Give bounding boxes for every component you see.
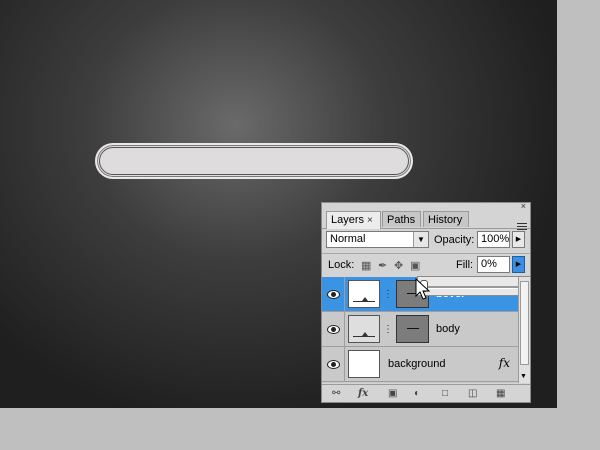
- panel-titlebar[interactable]: ×: [322, 201, 530, 211]
- link-layers-icon[interactable]: ⚯: [332, 388, 340, 399]
- dropdown-arrow-icon[interactable]: ▼: [413, 232, 428, 247]
- scrollbar-thumb[interactable]: [520, 281, 529, 365]
- opacity-value: 100%: [481, 233, 510, 245]
- new-group-icon[interactable]: □: [442, 388, 448, 399]
- layers-panel: × Layers × Paths History Normal ▼ Opacity…: [321, 201, 531, 403]
- fill-slider-popup[interactable]: [417, 276, 530, 296]
- spinner-arrow-icon[interactable]: ▶: [512, 256, 525, 273]
- divider: [322, 253, 530, 254]
- rounded-bar-inner-stroke: [99, 147, 409, 175]
- tab-paths[interactable]: Paths: [382, 211, 421, 227]
- blend-opacity-row: Normal ▼ Opacity: 100% ▶: [322, 230, 530, 252]
- fill-label: Fill:: [456, 259, 474, 271]
- rounded-bar-shape: [95, 143, 413, 179]
- trash-icon[interactable]: ▦: [496, 388, 505, 399]
- panel-footer: ⚯ fx ▣ ◐ □ ◫ ▦: [322, 384, 530, 402]
- fill-input[interactable]: 0%: [477, 256, 510, 273]
- cursor-arrow-icon: [415, 278, 431, 300]
- tab-layers[interactable]: Layers ×: [326, 211, 381, 229]
- eye-icon: [327, 325, 340, 334]
- eye-icon: [327, 290, 340, 299]
- add-mask-icon[interactable]: ▣: [388, 388, 397, 399]
- tab-history-label: History: [428, 214, 463, 226]
- visibility-toggle[interactable]: [322, 277, 345, 311]
- close-icon[interactable]: ×: [521, 201, 526, 211]
- fx-icon[interactable]: fx: [499, 356, 510, 370]
- lock-paint-icon[interactable]: ✒: [378, 259, 387, 272]
- lock-transparency-icon[interactable]: ▦: [361, 259, 371, 272]
- layer-row-body[interactable]: ⋮ body: [322, 312, 518, 347]
- opacity-label: Opacity:: [434, 234, 475, 246]
- lock-move-icon[interactable]: ✥: [394, 259, 403, 272]
- blend-mode-select[interactable]: Normal ▼: [326, 231, 429, 248]
- tab-history[interactable]: History: [423, 211, 469, 227]
- scroll-down-icon[interactable]: ▼: [520, 373, 527, 380]
- add-style-icon[interactable]: fx: [358, 388, 368, 399]
- chain-link-icon[interactable]: ⋮: [383, 324, 393, 335]
- layer-row-background[interactable]: background fx: [322, 347, 518, 382]
- adjustment-icon[interactable]: ◐: [414, 388, 420, 399]
- layer-thumbnail: [348, 280, 380, 308]
- fill-slider-track[interactable]: [422, 286, 525, 289]
- layer-mask-thumbnail[interactable]: [396, 315, 429, 343]
- layer-name: body: [436, 323, 460, 335]
- new-layer-icon[interactable]: ◫: [468, 388, 477, 399]
- lock-label: Lock:: [328, 259, 355, 271]
- visibility-toggle[interactable]: [322, 347, 345, 381]
- opacity-input[interactable]: 100%: [477, 231, 510, 248]
- tab-layers-label: Layers: [331, 214, 365, 226]
- layers-scrollbar[interactable]: ▼: [518, 277, 530, 383]
- fill-value: 0%: [481, 258, 497, 270]
- blend-mode-value: Normal: [330, 233, 366, 245]
- layer-thumbnail: [348, 315, 380, 343]
- tab-paths-label: Paths: [387, 214, 416, 226]
- chain-link-icon[interactable]: ⋮: [383, 289, 393, 300]
- lock-all-icon[interactable]: ▣: [410, 259, 420, 272]
- spinner-arrow-icon[interactable]: ▶: [512, 231, 525, 248]
- layer-thumbnail: [348, 350, 380, 378]
- eye-icon: [327, 360, 340, 369]
- panel-tabs: Layers × Paths History: [322, 211, 530, 230]
- close-icon[interactable]: ×: [367, 215, 373, 226]
- visibility-toggle[interactable]: [322, 312, 345, 346]
- layer-name: background: [388, 358, 446, 370]
